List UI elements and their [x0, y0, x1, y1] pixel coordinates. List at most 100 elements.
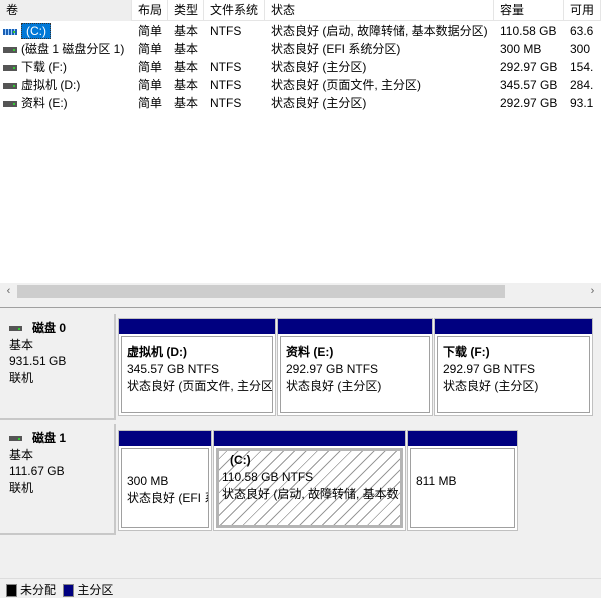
primary-partition-bar — [278, 319, 432, 334]
pane-splitter[interactable] — [0, 300, 601, 308]
partition-status: 状态良好 (主分区) — [286, 379, 382, 393]
primary-partition-bar — [214, 431, 405, 446]
partition[interactable]: 虚拟机 (D:) 345.57 GB NTFS 状态良好 (页面文件, 主分区 — [118, 318, 276, 416]
cell: 63.6 — [564, 22, 601, 40]
partition-status: 状态良好 (主分区) — [443, 379, 539, 393]
cell-capacity: 300 MB — [500, 42, 542, 56]
cell: 简单 — [132, 40, 168, 58]
cell-fs: NTFS — [210, 60, 242, 74]
cell-layout: 简单 — [138, 24, 163, 38]
col-layout[interactable]: 布局 — [132, 0, 168, 21]
col-volume[interactable]: 卷 — [0, 0, 132, 21]
disk-icon — [9, 326, 22, 332]
partition[interactable]: (C:) 110.58 GB NTFS 状态良好 (启动, 故障转储, 基本数 — [213, 430, 406, 531]
cell-capacity: 292.97 GB — [500, 60, 558, 74]
cell-capacity: 110.58 GB — [500, 24, 557, 38]
cell: 345.57 GB — [494, 76, 564, 94]
col-status[interactable]: 状态 — [265, 0, 494, 21]
disk-name: 磁盘 0 — [32, 321, 67, 335]
cell-status: 状态良好 (启动, 故障转储, 基本数据分区) — [271, 24, 488, 38]
cell-free: 63.6 — [570, 24, 594, 38]
volume-list[interactable]: 卷 布局 类型 文件系统 状态 容量 可用 (C:) 简单 基本 NTFS 状态良好 (… — [0, 0, 601, 300]
scrollbar-thumb[interactable] — [17, 285, 505, 298]
cell: 300 — [564, 40, 601, 58]
cell: 状态良好 (EFI 系统分区) — [265, 40, 494, 58]
cell-layout: 简单 — [138, 96, 163, 110]
cell-layout: 简单 — [138, 60, 163, 74]
cell-capacity: 345.57 GB — [500, 78, 558, 92]
column-header: 卷 布局 类型 文件系统 状态 容量 可用 — [0, 0, 601, 21]
disk-state: 联机 — [9, 480, 34, 495]
cell: 基本 — [168, 94, 204, 112]
cell: NTFS — [204, 22, 265, 40]
disk-type: 基本 — [9, 337, 34, 352]
disk-size: 111.67 GB — [9, 464, 65, 478]
disk-1-label[interactable]: 磁盘 1 基本 111.67 GB 联机 — [0, 424, 116, 535]
cell-free: 154. — [570, 60, 594, 74]
cell: 下载 (F:) — [0, 58, 132, 76]
partition-title: (C:) — [230, 453, 251, 467]
primary-swatch — [63, 584, 75, 598]
disk-0-label[interactable]: 磁盘 0 基本 931.51 GB 联机 — [0, 314, 116, 420]
cell: 简单 — [132, 76, 168, 94]
cell-layout: 简单 — [138, 42, 163, 56]
scroll-right-icon[interactable]: › — [584, 283, 601, 300]
legend-primary: 主分区 — [77, 583, 114, 597]
cell: 状态良好 (主分区) — [265, 58, 494, 76]
col-free[interactable]: 可用 — [564, 0, 601, 21]
cell: 简单 — [132, 22, 168, 40]
primary-partition-bar — [435, 319, 592, 334]
disk-size: 931.51 GB — [9, 354, 67, 368]
partition-size: 345.57 GB NTFS — [127, 362, 220, 376]
cell: NTFS — [204, 94, 265, 112]
disk-name: 磁盘 1 — [32, 431, 67, 445]
cell: 虚拟机 (D:) — [0, 76, 132, 94]
cell: 110.58 GB — [494, 22, 564, 40]
cell-type: 基本 — [174, 60, 199, 74]
cell: 292.97 GB — [494, 58, 564, 76]
cell: NTFS — [204, 58, 265, 76]
table-row[interactable]: (磁盘 1 磁盘分区 1) 简单 基本 状态良好 (EFI 系统分区) 300 MB 30… — [0, 40, 601, 58]
cell: 284. — [564, 76, 601, 94]
cell-name: (C:) — [21, 23, 51, 39]
partition-size: 292.97 GB NTFS — [286, 362, 379, 376]
legend: 未分配 主分区 — [0, 578, 601, 598]
cell: (磁盘 1 磁盘分区 1) — [0, 40, 132, 58]
cell-fs: NTFS — [210, 24, 242, 38]
col-capacity[interactable]: 容量 — [494, 0, 564, 21]
cell-status: 状态良好 (页面文件, 主分区) — [271, 78, 421, 92]
table-row[interactable]: 资料 (E:) 简单 基本 NTFS 状态良好 (主分区) 292.97 GB 93.1 — [0, 94, 601, 112]
cell-free: 300 — [570, 42, 591, 56]
partition-title: 虚拟机 (D:) — [127, 345, 187, 359]
table-row[interactable]: 下载 (F:) 简单 基本 NTFS 状态良好 (主分区) 292.97 GB 154. — [0, 58, 601, 76]
partition-size: 300 MB — [127, 474, 169, 488]
table-row[interactable]: (C:) 简单 基本 NTFS 状态良好 (启动, 故障转储, 基本数据分区) 110.5… — [0, 22, 601, 40]
cell: 93.1 — [564, 94, 601, 112]
col-type[interactable]: 类型 — [168, 0, 204, 21]
scroll-left-icon[interactable]: ‹ — [0, 283, 17, 300]
partition[interactable]: 811 MB — [407, 430, 518, 531]
system-drive-icon — [3, 28, 17, 35]
col-filesystem[interactable]: 文件系统 — [204, 0, 265, 21]
cell: 资料 (E:) — [0, 94, 132, 112]
partition[interactable]: 下载 (F:) 292.97 GB NTFS 状态良好 (主分区) — [434, 318, 593, 416]
cell: 基本 — [168, 40, 204, 58]
drive-icon — [3, 82, 17, 89]
partition-title: 下载 (F:) — [443, 345, 490, 359]
partition[interactable]: 300 MB 状态良好 (EFI 系统 — [118, 430, 212, 531]
partition[interactable]: 资料 (E:) 292.97 GB NTFS 状态良好 (主分区) — [277, 318, 433, 416]
disk-type: 基本 — [9, 447, 34, 462]
partition-status: 状态良好 (EFI 系统 — [127, 491, 208, 505]
partition-size: 292.97 GB NTFS — [443, 362, 536, 376]
cell: 300 MB — [494, 40, 564, 58]
cell-fs: NTFS — [210, 96, 242, 110]
table-row[interactable]: 虚拟机 (D:) 简单 基本 NTFS 状态良好 (页面文件, 主分区) 345.57 G… — [0, 76, 601, 94]
cell-type: 基本 — [174, 24, 199, 38]
cell: 154. — [564, 58, 601, 76]
partition-size: 110.58 GB NTFS — [222, 470, 314, 484]
primary-partition-bar — [408, 431, 517, 446]
cell: 292.97 GB — [494, 94, 564, 112]
primary-partition-bar — [119, 431, 211, 446]
horizontal-scrollbar[interactable]: ‹ › — [0, 283, 601, 300]
cell-fs: NTFS — [210, 78, 242, 92]
